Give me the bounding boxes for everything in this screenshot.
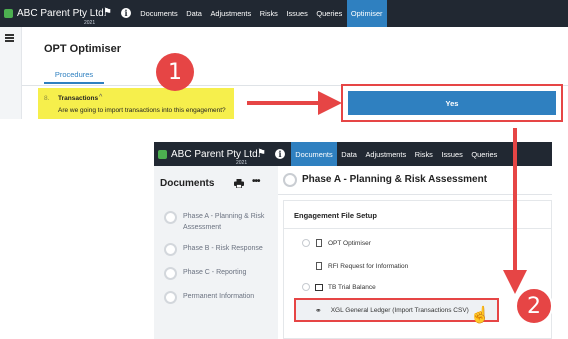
annotation-arrows bbox=[247, 91, 527, 294]
step-1-badge: 1 bbox=[156, 53, 194, 91]
screenshot-root: ABC Parent Pty Ltd. 2021 ⚑ i Documents D… bbox=[0, 0, 568, 339]
step-2-badge: 2 bbox=[515, 287, 553, 325]
